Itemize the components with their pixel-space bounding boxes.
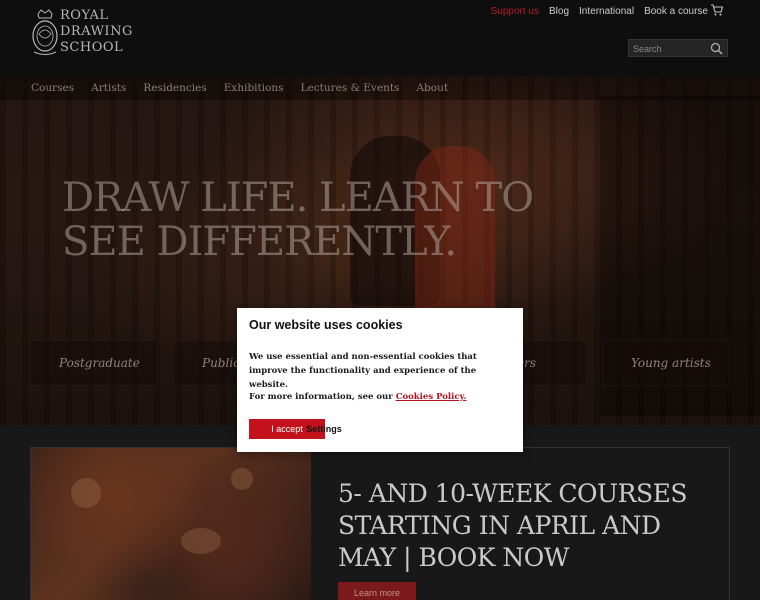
cookie-dialog-body: We use essential and non-essential cooki… — [249, 352, 477, 390]
cookie-dialog: Our website uses cookies We use essentia… — [237, 308, 523, 452]
cookie-settings-button[interactable]: Settings — [299, 421, 349, 437]
modal-overlay — [0, 0, 760, 600]
cookie-dialog-title: Our website uses cookies — [249, 318, 403, 332]
cookie-more-info: For more information, see our Cookies Po… — [249, 392, 466, 402]
cookies-policy-link[interactable]: Cookies Policy. — [396, 392, 467, 402]
cookie-more-prefix: For more information, see our — [249, 392, 393, 402]
